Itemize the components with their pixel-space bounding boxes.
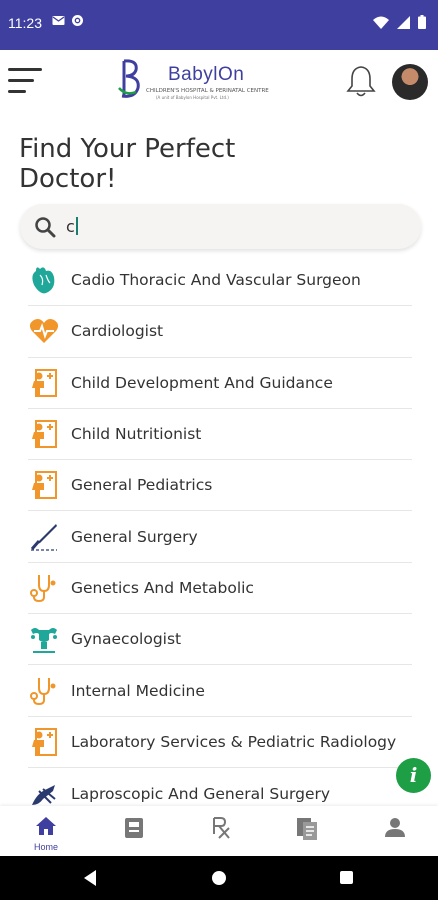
list-item-label: Child Nutritionist xyxy=(71,425,202,444)
pediatric-icon xyxy=(28,367,60,399)
list-item[interactable]: Genetics And Metabolic xyxy=(28,563,412,615)
heartbeat-icon xyxy=(28,315,60,347)
list-item[interactable]: Child Nutritionist xyxy=(28,409,412,461)
list-item[interactable]: Cardiologist xyxy=(28,306,412,358)
list-item-label: Child Development And Guidance xyxy=(71,373,333,392)
babylon-logo: BabylOn CHILDREN'S HOSPITAL & PERINATAL … xyxy=(116,58,286,108)
scalpel-icon xyxy=(28,521,60,553)
list-item-label: Cardiologist xyxy=(71,322,164,341)
stethoscope-icon xyxy=(28,572,60,604)
app-header: BabylOn CHILDREN'S HOSPITAL & PERINATAL … xyxy=(0,50,438,114)
list-item[interactable]: General Surgery xyxy=(28,511,412,563)
menu-icon-line xyxy=(8,90,26,93)
uterus-icon xyxy=(28,623,60,655)
home-icon xyxy=(36,817,56,835)
search-input[interactable]: c xyxy=(20,204,421,249)
gmail-icon xyxy=(52,16,65,25)
home-circle-icon[interactable] xyxy=(212,871,226,885)
pediatric-icon xyxy=(28,469,60,501)
list-item[interactable]: Child Development And Guidance xyxy=(28,358,412,409)
text-caret xyxy=(75,217,78,235)
nav-reports[interactable] xyxy=(282,816,332,845)
list-item-label: Laboratory Services & Pediatric Radiolog… xyxy=(71,732,397,751)
menu-icon-line xyxy=(8,68,42,71)
records-book-icon xyxy=(125,818,143,838)
search-value[interactable]: c xyxy=(66,217,78,236)
at-icon xyxy=(72,15,83,26)
nav-home-label: Home xyxy=(33,842,58,852)
profile-person-icon xyxy=(385,818,405,837)
list-item-label: General Pediatrics xyxy=(71,476,213,495)
notification-bell-icon[interactable] xyxy=(344,64,378,103)
nav-prescription[interactable] xyxy=(196,816,246,845)
system-navigation-bar xyxy=(0,856,438,900)
back-icon[interactable] xyxy=(84,870,96,886)
status-system-icons xyxy=(373,15,426,29)
reports-document-icon xyxy=(297,818,317,840)
nav-home[interactable]: Home xyxy=(21,816,71,852)
status-time: 11:23 xyxy=(8,15,42,31)
info-button[interactable]: i xyxy=(396,758,431,793)
menu-icon-line xyxy=(8,79,34,82)
list-item[interactable]: Gynaecologist xyxy=(28,614,412,666)
page-title-line2: Doctor! xyxy=(19,164,117,194)
recent-apps-icon[interactable] xyxy=(340,871,353,884)
stethoscope-icon xyxy=(28,675,60,707)
status-bar: 11:23 xyxy=(0,0,438,50)
page-title-line1: Find Your Perfect xyxy=(19,134,236,164)
search-icon xyxy=(35,217,56,238)
battery-icon xyxy=(418,15,426,29)
nav-profile[interactable] xyxy=(370,816,420,843)
list-item-label: Cadio Thoracic And Vascular Surgeon xyxy=(71,271,361,290)
nav-records[interactable] xyxy=(109,816,159,845)
list-item[interactable]: Cadio Thoracic And Vascular Surgeon xyxy=(28,255,412,307)
menu-button[interactable] xyxy=(8,68,44,98)
list-item-label: Laproscopic And General Surgery xyxy=(71,784,331,803)
list-item[interactable]: Internal Medicine xyxy=(28,665,412,717)
profile-avatar[interactable] xyxy=(392,64,428,100)
signal-icon xyxy=(397,15,410,29)
list-item-label: General Surgery xyxy=(71,527,198,546)
list-item-label: Genetics And Metabolic xyxy=(71,578,254,597)
brand-name: BabylOn xyxy=(168,64,245,85)
wifi-icon xyxy=(373,16,389,29)
status-notification-icons xyxy=(52,14,84,27)
pediatric-icon xyxy=(28,418,60,450)
list-item[interactable]: Laboratory Services & Pediatric Radiolog… xyxy=(28,717,412,768)
prescription-rx-icon xyxy=(213,817,230,839)
list-item-label: Gynaecologist xyxy=(71,630,182,649)
page-title: Find Your Perfect Doctor! xyxy=(19,134,319,194)
specialty-list: Cadio Thoracic And Vascular Surgeon Card… xyxy=(28,255,412,819)
brand-subtitle-small: (A unit of Babylon Hospital Pvt. Ltd.) xyxy=(156,95,229,100)
pediatric-icon xyxy=(28,726,60,758)
list-item[interactable]: General Pediatrics xyxy=(28,460,412,512)
brand-subtitle: CHILDREN'S HOSPITAL & PERINATAL CENTRE xyxy=(146,88,269,94)
heart-organ-icon xyxy=(28,264,60,296)
laparoscopic-icon xyxy=(28,778,60,810)
list-item-label: Internal Medicine xyxy=(71,681,205,700)
bottom-navigation: Home xyxy=(0,806,438,856)
babylon-logo-mark xyxy=(118,59,140,98)
